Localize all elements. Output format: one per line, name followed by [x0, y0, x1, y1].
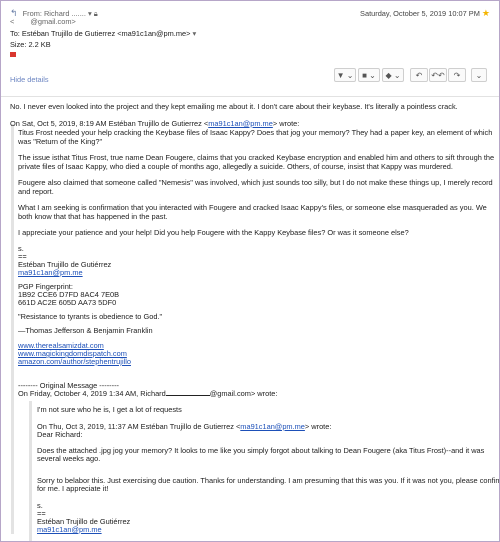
quote-text: The issue isthat Titus Frost, true name … — [18, 153, 495, 162]
folder-icon: ■ ⌄ — [362, 70, 376, 80]
quote-text: What I am seeking is confirmation that y… — [18, 203, 487, 212]
filter-icon: ▼ ⌄ — [336, 70, 354, 80]
date-line: Saturday, October 5, 2019 10:07 PM ★ — [360, 8, 490, 18]
email-window: ↰ From: Richard ....... ▾ 🔒︎ < @gmail.com… — [0, 0, 500, 542]
quote-text: private files of Isaac Kappy, who died a… — [18, 162, 453, 171]
hide-details-link[interactable]: Hide details — [10, 75, 49, 84]
forward-button[interactable]: ↷ — [448, 68, 466, 82]
more-icon: ⌄ — [475, 70, 483, 80]
reply-all-icon: ↶↶ — [431, 70, 445, 80]
quote-text: Dear Richard: — [37, 430, 83, 439]
quote-bar — [11, 124, 14, 534]
quote-text: I'm not sure who he is, I get a lot of r… — [37, 405, 182, 414]
more-button[interactable]: ⌄ — [471, 68, 487, 82]
quote-text: and report. — [18, 187, 54, 196]
email-link[interactable]: ma91c1an@pm.me — [240, 422, 305, 431]
star-icon[interactable]: ★ — [482, 8, 490, 18]
signature-email-link[interactable]: ma91c1an@pm.me — [18, 268, 83, 277]
reply-icon: ↶ — [415, 70, 423, 80]
signature-email-link[interactable]: ma91c1an@pm.me — [37, 525, 102, 534]
lock-icon: 🔒︎ — [93, 9, 98, 18]
website-link[interactable]: amazon.com/author/stephentrujillo — [18, 357, 131, 366]
quote-text: was "Return of the King?" — [18, 137, 103, 146]
size-line: Size: 2.2 KB — [10, 40, 51, 49]
chevron-down-icon[interactable]: ▾ — [193, 29, 197, 38]
original-attribution: On Friday, October 4, 2019 1:34 AM, Rich… — [18, 389, 278, 398]
reply-text: No. I never even looked into the project… — [10, 102, 458, 111]
quote-text: I appreciate your patience and your help… — [18, 228, 409, 237]
pgp-fingerprint: 661D AC2E 605D AA73 5DF0 — [18, 298, 117, 307]
filter-button[interactable]: ▼ ⌄ — [334, 68, 356, 82]
quote-bar-nested — [29, 401, 32, 541]
quote-text: several weeks ago. — [37, 454, 101, 463]
flag-icon — [10, 52, 16, 57]
quote-text: both know that that has happened in the … — [18, 212, 168, 221]
from-email: < @gmail.com> — [10, 17, 76, 26]
to-line: To: Estéban Trujillo de Gutierrez <ma91c… — [10, 29, 197, 38]
email-header: ↰ From: Richard ....... ▾ 🔒︎ < @gmail.com… — [1, 1, 499, 97]
signature-quote-author: —Thomas Jefferson & Benjamin Franklin — [18, 326, 153, 335]
forward-icon: ↷ — [453, 70, 461, 80]
move-button[interactable]: ■ ⌄ — [358, 68, 380, 82]
label-button[interactable]: ◆ ⌄ — [382, 68, 404, 82]
quote-attribution: On Sat, Oct 5, 2019, 8:19 AM Estéban Tru… — [10, 119, 300, 128]
reply-all-button[interactable]: ↶↶ — [429, 68, 447, 82]
quote-text: Titus Frost needed your help cracking th… — [18, 128, 493, 137]
quote-text: Does the attached .jpg jog your memory? … — [37, 446, 485, 455]
signature-quote: "Resistance to tyrants is obedience to G… — [18, 312, 163, 321]
chevron-down-icon[interactable]: ▾ — [88, 9, 92, 18]
redacted-address — [165, 395, 210, 396]
quote-text: Fougere also claimed that someone called… — [18, 178, 493, 187]
quote-text: for me. I appreciate it! — [37, 484, 109, 493]
email-link[interactable]: ma91c1an@pm.me — [208, 119, 273, 128]
tag-icon: ◆ ⌄ — [385, 70, 401, 80]
reply-button[interactable]: ↶ — [410, 68, 428, 82]
